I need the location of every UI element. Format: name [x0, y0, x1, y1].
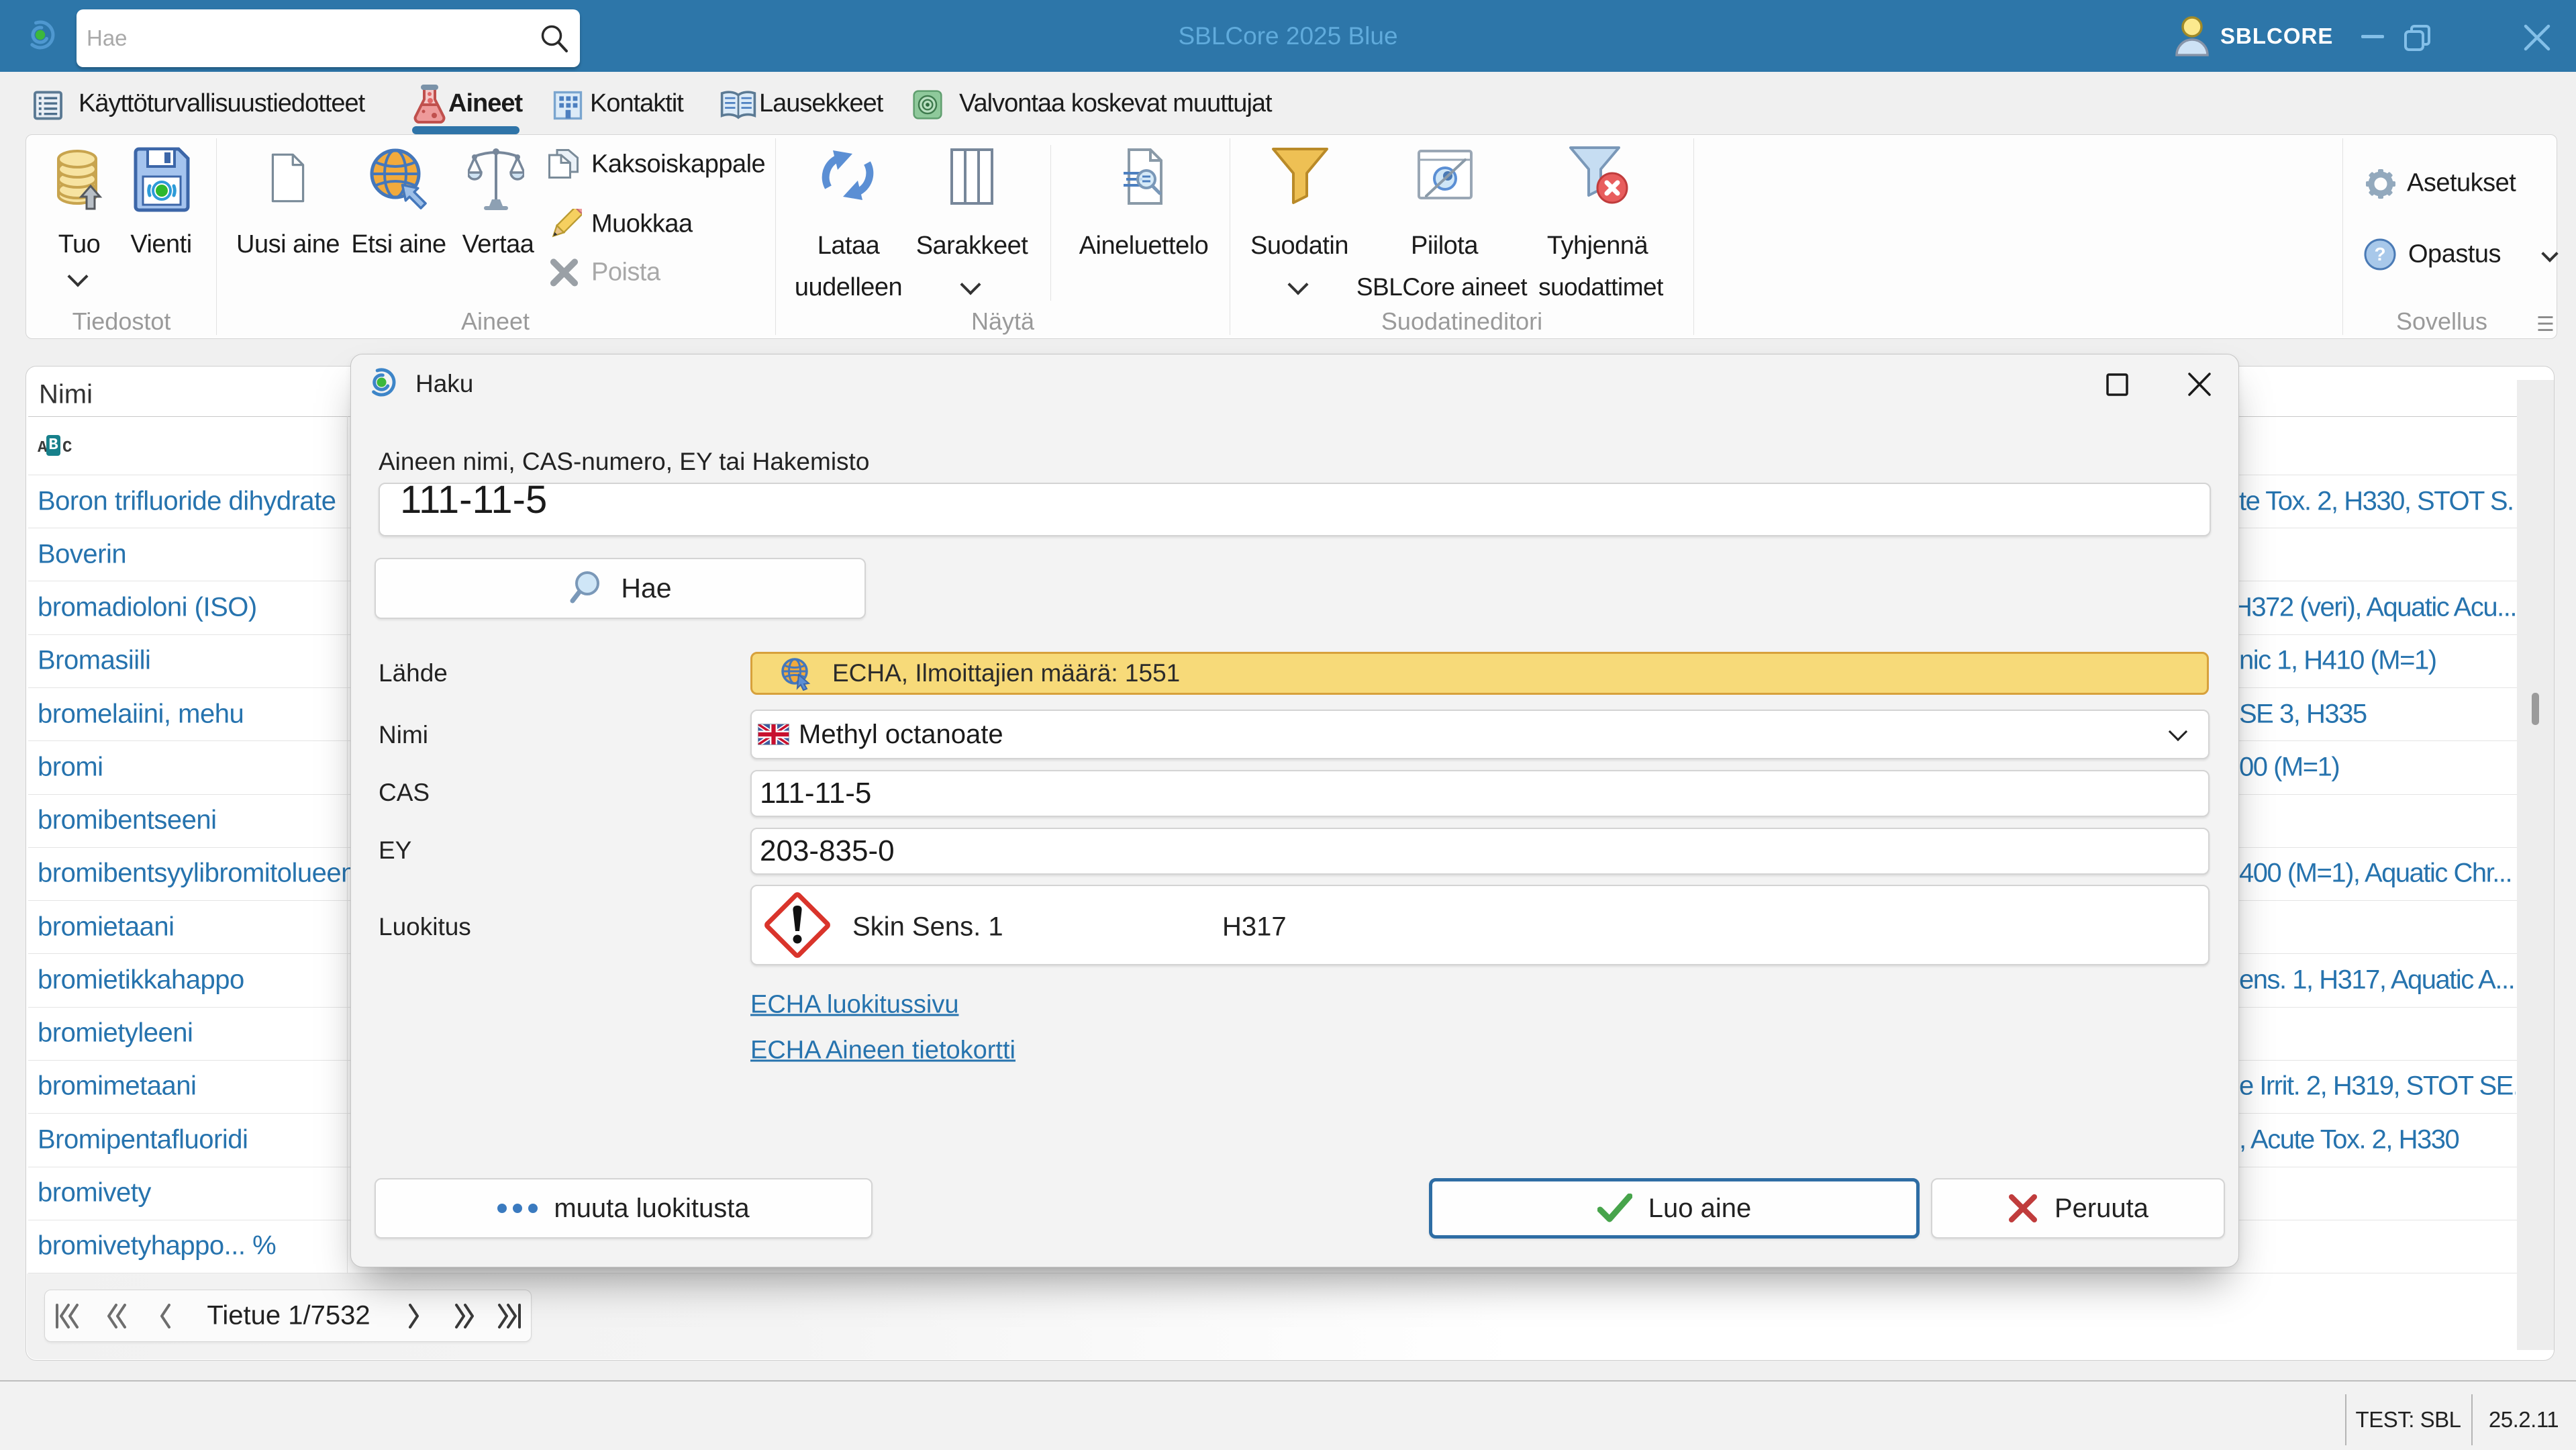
- svg-text:?: ?: [2374, 244, 2385, 264]
